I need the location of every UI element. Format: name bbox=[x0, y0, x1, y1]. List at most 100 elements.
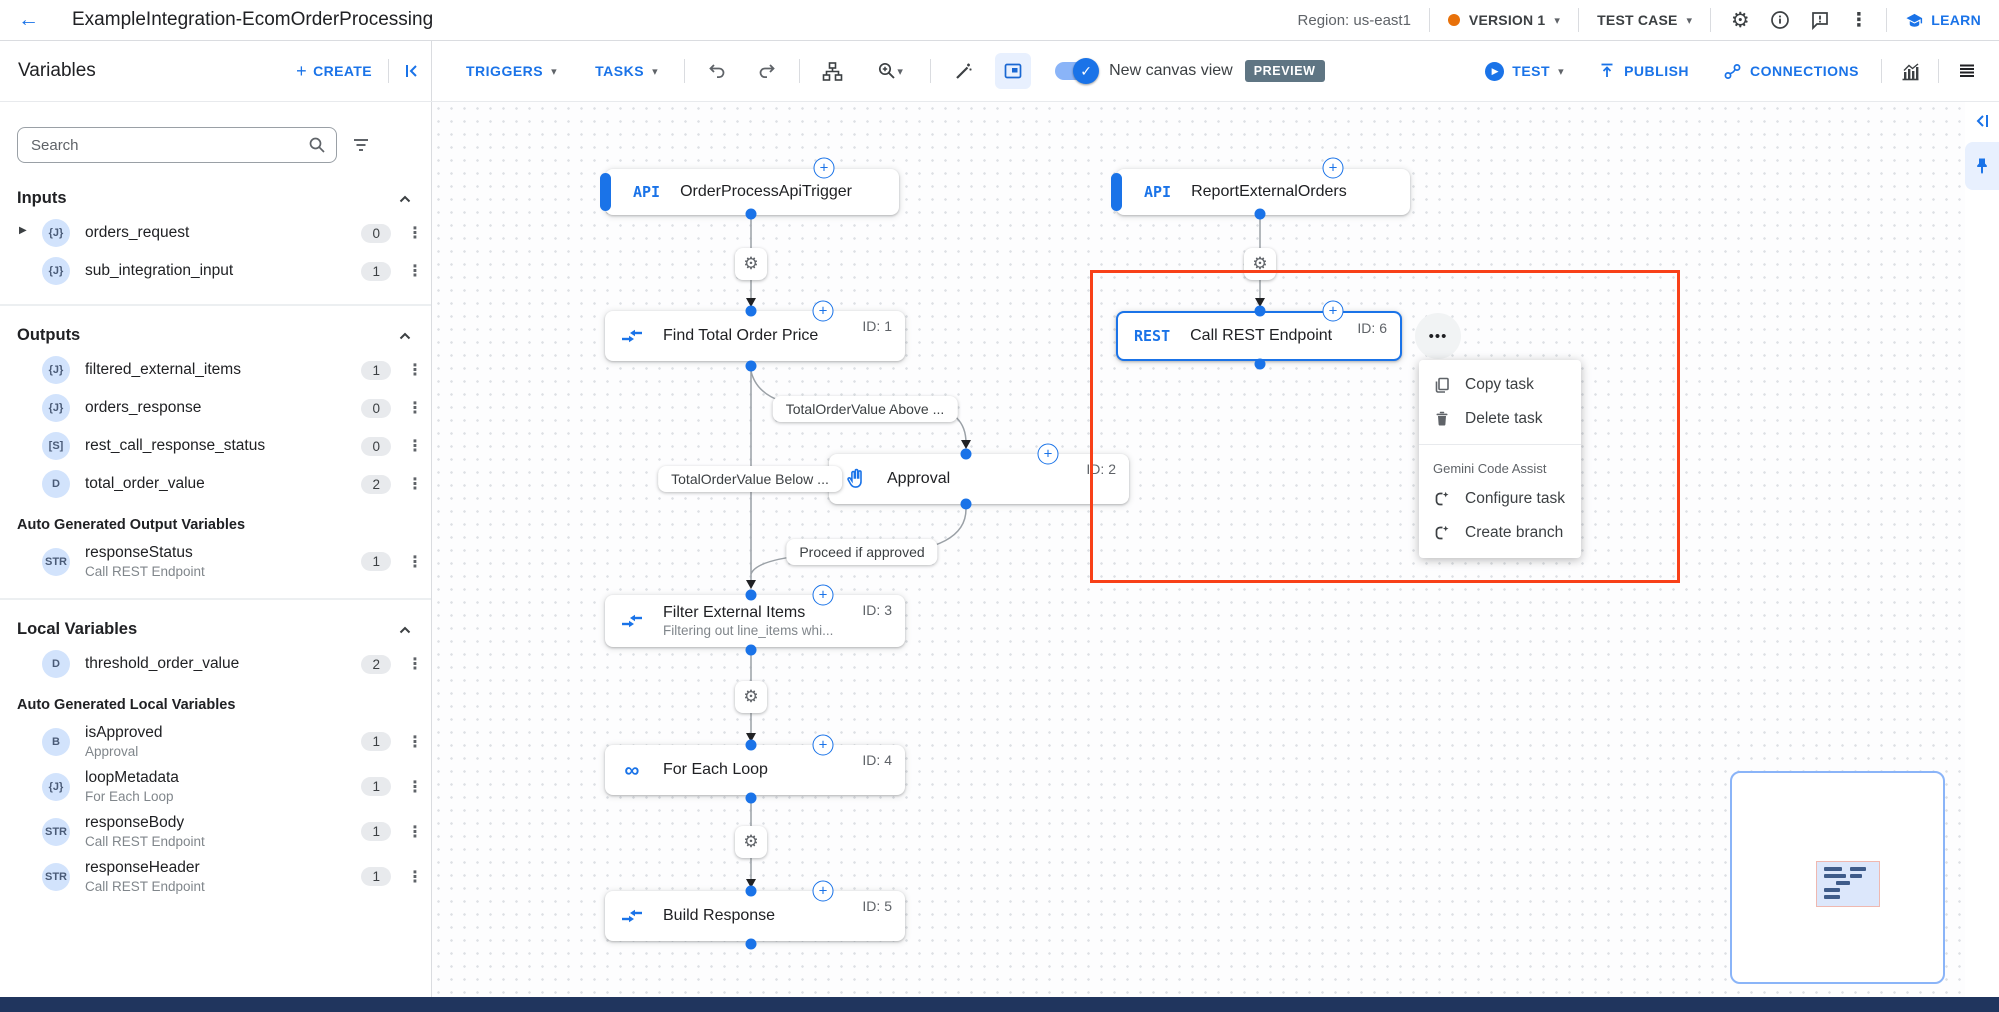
add-node-plus-button[interactable]: + bbox=[1038, 444, 1059, 465]
variable-row[interactable]: {J} sub_integration_input 1 ⋮ bbox=[0, 252, 431, 290]
task-list-icon[interactable] bbox=[1949, 53, 1985, 89]
usage-count-badge[interactable]: 2 bbox=[361, 475, 391, 494]
variable-row[interactable]: [S] rest_call_response_status 0 ⋮ bbox=[0, 427, 431, 465]
create-variable-button[interactable]: + CREATE bbox=[296, 61, 372, 82]
usage-count-badge[interactable]: 0 bbox=[361, 399, 391, 418]
edge-label-above[interactable]: TotalOrderValue Above ... bbox=[773, 396, 958, 422]
usage-count-badge[interactable]: 1 bbox=[361, 262, 391, 281]
connector-dot[interactable] bbox=[961, 449, 972, 460]
add-node-plus-button[interactable]: + bbox=[814, 158, 835, 179]
variable-row[interactable]: B isApproved Approval 1 ⋮ bbox=[0, 719, 431, 764]
workflow-canvas[interactable]: ⚙ ⚙ ⚙ ⚙ + + + + + + + + API OrderProcess… bbox=[432, 102, 1965, 997]
edge-label-below[interactable]: TotalOrderValue Below ... bbox=[658, 466, 842, 492]
node-call-rest-endpoint[interactable]: REST Call REST Endpoint ID: 6 bbox=[1116, 311, 1402, 361]
edge-settings-gear-icon[interactable]: ⚙ bbox=[735, 681, 767, 713]
usage-count-badge[interactable]: 1 bbox=[361, 822, 391, 841]
edge-settings-gear-icon[interactable]: ⚙ bbox=[735, 248, 767, 280]
add-node-plus-button[interactable]: + bbox=[813, 881, 834, 902]
task-more-options-button[interactable]: ••• bbox=[1415, 313, 1461, 359]
auto-layout-icon[interactable] bbox=[814, 53, 850, 89]
connector-dot[interactable] bbox=[746, 793, 757, 804]
search-input[interactable] bbox=[31, 137, 308, 154]
connector-dot[interactable] bbox=[746, 209, 757, 220]
test-dropdown[interactable]: ▶ TEST ▾ bbox=[1473, 62, 1576, 81]
connector-dot[interactable] bbox=[1255, 209, 1266, 220]
node-filter-external-items[interactable]: Filter External Items Filtering out line… bbox=[605, 595, 905, 647]
node-find-total-order-price[interactable]: Find Total Order Price ID: 1 bbox=[605, 311, 905, 361]
variable-row[interactable]: STR responseHeader Call REST Endpoint 1 … bbox=[0, 854, 431, 899]
row-kebab-icon[interactable]: ⋮ bbox=[407, 398, 417, 418]
add-node-plus-button[interactable]: + bbox=[1323, 158, 1344, 179]
menu-item-create-branch[interactable]: Create branch bbox=[1419, 516, 1581, 550]
connector-dot[interactable] bbox=[746, 740, 757, 751]
back-arrow-icon[interactable]: ← bbox=[18, 8, 52, 32]
connector-dot[interactable] bbox=[746, 939, 757, 950]
triggers-dropdown[interactable]: TRIGGERS ▾ bbox=[454, 63, 569, 79]
variable-row[interactable]: {J} loopMetadata For Each Loop 1 ⋮ bbox=[0, 764, 431, 809]
connector-dot[interactable] bbox=[961, 499, 972, 510]
variable-row[interactable]: STR responseStatus Call REST Endpoint 1 … bbox=[0, 539, 431, 584]
publish-button[interactable]: PUBLISH bbox=[1586, 62, 1701, 80]
variable-row[interactable]: D threshold_order_value 2 ⋮ bbox=[0, 645, 431, 683]
expand-arrow-icon[interactable]: ▶ bbox=[19, 225, 27, 236]
usage-count-badge[interactable]: 1 bbox=[361, 552, 391, 571]
pin-panel-button[interactable] bbox=[1965, 142, 1999, 190]
usage-count-badge[interactable]: 1 bbox=[361, 361, 391, 380]
undo-icon[interactable] bbox=[699, 53, 735, 89]
row-kebab-icon[interactable]: ⋮ bbox=[407, 777, 417, 797]
zoom-dropdown[interactable]: ▾ bbox=[864, 53, 916, 89]
node-build-response[interactable]: Build Response ID: 5 bbox=[605, 891, 905, 941]
more-options-icon[interactable]: ⋮ bbox=[1849, 9, 1868, 32]
add-node-plus-button[interactable]: + bbox=[813, 735, 834, 756]
connector-dot[interactable] bbox=[746, 590, 757, 601]
usage-count-badge[interactable]: 1 bbox=[361, 777, 391, 796]
connections-button[interactable]: CONNECTIONS bbox=[1711, 62, 1871, 81]
connector-dot[interactable] bbox=[1255, 359, 1266, 370]
edge-settings-gear-icon[interactable]: ⚙ bbox=[735, 826, 767, 858]
usage-count-badge[interactable]: 1 bbox=[361, 732, 391, 751]
node-report-external-orders[interactable]: API ReportExternalOrders bbox=[1116, 169, 1410, 215]
row-kebab-icon[interactable]: ⋮ bbox=[407, 552, 417, 572]
row-kebab-icon[interactable]: ⋮ bbox=[407, 223, 417, 243]
add-node-plus-button[interactable]: + bbox=[813, 585, 834, 606]
variable-row[interactable]: STR responseBody Call REST Endpoint 1 ⋮ bbox=[0, 809, 431, 854]
add-node-plus-button[interactable]: + bbox=[813, 301, 834, 322]
collapse-panel-icon[interactable] bbox=[403, 62, 421, 80]
version-dropdown[interactable]: VERSION 1 ▾ bbox=[1448, 12, 1560, 28]
settings-gear-icon[interactable]: ⚙ bbox=[1729, 9, 1751, 31]
edge-settings-gear-icon[interactable]: ⚙ bbox=[1244, 248, 1276, 280]
row-kebab-icon[interactable]: ⋮ bbox=[407, 474, 417, 494]
tasks-dropdown[interactable]: TASKS ▾ bbox=[583, 63, 670, 79]
search-box[interactable] bbox=[17, 127, 337, 163]
menu-item-configure-task[interactable]: Configure task bbox=[1419, 482, 1581, 516]
usage-count-badge[interactable]: 0 bbox=[361, 224, 391, 243]
edge-label-proceed[interactable]: Proceed if approved bbox=[786, 539, 937, 565]
variable-row[interactable]: D total_order_value 2 ⋮ bbox=[0, 465, 431, 503]
connector-dot[interactable] bbox=[746, 886, 757, 897]
metrics-chart-icon[interactable] bbox=[1892, 53, 1928, 89]
test-case-dropdown[interactable]: TEST CASE ▾ bbox=[1597, 12, 1692, 28]
sort-filter-icon[interactable] bbox=[351, 135, 371, 155]
connector-dot[interactable] bbox=[1255, 306, 1266, 317]
learn-button[interactable]: LEARN bbox=[1905, 11, 1981, 30]
connector-dot[interactable] bbox=[746, 306, 757, 317]
menu-item-delete-task[interactable]: Delete task bbox=[1419, 402, 1581, 436]
collapse-right-panel-icon[interactable] bbox=[1973, 112, 1991, 130]
connector-dot[interactable] bbox=[746, 361, 757, 372]
usage-count-badge[interactable]: 2 bbox=[361, 655, 391, 674]
node-approval[interactable]: Approval ID: 2 bbox=[829, 454, 1129, 504]
variable-row[interactable]: {J} filtered_external_items 1 ⋮ bbox=[0, 351, 431, 389]
local-variables-section-header[interactable]: Local Variables bbox=[0, 614, 431, 645]
node-for-each-loop[interactable]: ∞ For Each Loop ID: 4 bbox=[605, 745, 905, 795]
row-kebab-icon[interactable]: ⋮ bbox=[407, 360, 417, 380]
add-node-plus-button[interactable]: + bbox=[1323, 301, 1344, 322]
magic-wand-icon[interactable] bbox=[945, 53, 981, 89]
usage-count-badge[interactable]: 1 bbox=[361, 867, 391, 886]
row-kebab-icon[interactable]: ⋮ bbox=[407, 732, 417, 752]
row-kebab-icon[interactable]: ⋮ bbox=[407, 822, 417, 842]
new-canvas-toggle[interactable]: ✓ bbox=[1055, 62, 1097, 80]
menu-item-copy-task[interactable]: Copy task bbox=[1419, 368, 1581, 402]
outputs-section-header[interactable]: Outputs bbox=[0, 320, 431, 351]
info-icon[interactable] bbox=[1769, 9, 1791, 31]
inputs-section-header[interactable]: Inputs bbox=[0, 183, 431, 214]
